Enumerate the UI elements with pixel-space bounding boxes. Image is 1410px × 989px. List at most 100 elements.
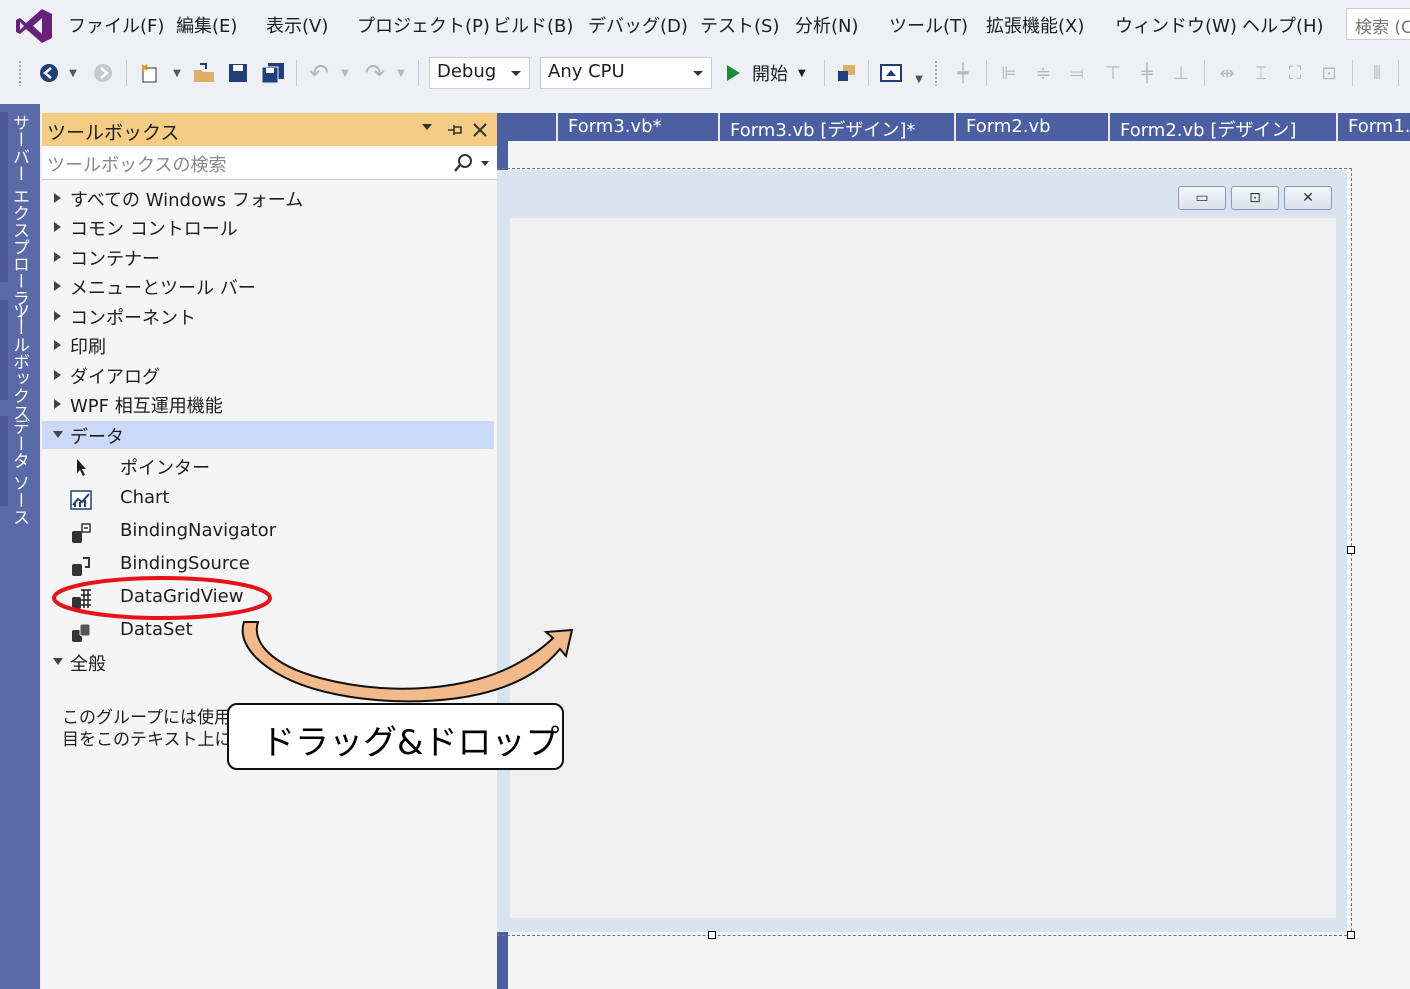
- category-label: コンテナー: [70, 249, 160, 270]
- collapse-icon: [53, 658, 63, 665]
- toolbar-grip[interactable]: [934, 60, 938, 86]
- pin-icon[interactable]: [446, 122, 464, 138]
- category-all-windows-forms[interactable]: すべての Windows フォーム: [42, 184, 494, 212]
- toolbox-search-input[interactable]: ツールボックスの検索: [42, 146, 497, 180]
- tab-label: Form3.vb*: [568, 116, 662, 137]
- visual-studio-logo-icon[interactable]: [14, 6, 54, 46]
- tab-form3-vb[interactable]: Form3.vb*: [558, 113, 718, 141]
- back-icon[interactable]: [38, 60, 60, 86]
- menu-file[interactable]: ファイル(F): [68, 12, 164, 38]
- browser-link-icon[interactable]: [878, 60, 904, 86]
- horizontal-spacing-icon[interactable]: ⦀: [1364, 60, 1390, 86]
- menu-window[interactable]: ウィンドウ(W): [1115, 12, 1237, 38]
- category-dialogs[interactable]: ダイアログ: [42, 361, 494, 389]
- tool-datagridview[interactable]: DataGridView: [42, 582, 494, 614]
- platform-select[interactable]: Any CPU: [540, 57, 712, 89]
- tool-pointer[interactable]: ポインター: [42, 450, 494, 482]
- toolbar-grip[interactable]: [18, 60, 22, 86]
- menu-edit[interactable]: 編集(E): [176, 12, 237, 38]
- open-folder-icon[interactable]: [191, 60, 217, 86]
- menu-build[interactable]: ビルド(B): [493, 12, 573, 38]
- document-tabs: Form3.vb* Form3.vb [デザイン]* Form2.vb Form…: [497, 113, 1410, 141]
- make-same-size-icon[interactable]: ⛶: [1282, 60, 1308, 86]
- callout-text: ドラッグ&ドロップ: [261, 723, 560, 763]
- expand-icon: [54, 311, 61, 321]
- toolbox-tab[interactable]: ツールボックス: [8, 302, 32, 421]
- tool-binding-navigator[interactable]: BindingNavigator: [42, 516, 494, 548]
- category-general[interactable]: 全般: [42, 648, 494, 676]
- size-to-grid-icon[interactable]: ⊡: [1316, 60, 1342, 86]
- new-project-icon[interactable]: [138, 60, 162, 86]
- menu-extensions[interactable]: 拡張機能(X): [986, 12, 1084, 38]
- chevron-down-icon[interactable]: [422, 124, 432, 130]
- redo-icon[interactable]: ↷: [362, 59, 388, 87]
- align-center-icon[interactable]: ≑: [1030, 60, 1056, 86]
- undo-icon[interactable]: ↶: [306, 59, 332, 87]
- menu-test[interactable]: テスト(S): [700, 12, 779, 38]
- align-left-icon[interactable]: ⊫: [996, 60, 1022, 86]
- tab-form2-vb[interactable]: Form2.vb: [956, 113, 1108, 141]
- maximize-icon: ⊡: [1249, 190, 1261, 206]
- category-wpf-interop[interactable]: WPF 相互運用機能: [42, 390, 494, 418]
- tab-form1-vb[interactable]: Form1.v: [1338, 113, 1410, 141]
- tab-form3-vb-design[interactable]: Form3.vb [デザイン]*: [720, 113, 954, 141]
- back-dropdown-icon[interactable]: ▼: [66, 60, 80, 86]
- category-printing[interactable]: 印刷: [42, 331, 494, 359]
- toolbar-separator: [126, 60, 127, 86]
- category-common-controls[interactable]: コモン コントロール: [42, 213, 494, 241]
- tab-form2-vb-design[interactable]: Form2.vb [デザイン]: [1110, 113, 1336, 141]
- make-same-width-icon[interactable]: ⇹: [1214, 60, 1240, 86]
- undo-dropdown-icon[interactable]: ▼: [338, 60, 352, 86]
- tool-label: ポインター: [120, 458, 210, 479]
- search-input[interactable]: 検索 (C: [1346, 8, 1410, 40]
- form-client-area[interactable]: [510, 218, 1336, 918]
- configuration-value: Debug: [437, 61, 497, 82]
- chevron-down-icon[interactable]: [481, 161, 489, 166]
- toolbar: ▼ ▼ ↶ ▼ ↷ ▼ Debug Any CPU 開始 ▼ ▼ ┿ ⊫ ≑ ⫤…: [0, 50, 1410, 96]
- make-same-height-icon[interactable]: ⌶: [1248, 60, 1274, 86]
- new-dropdown-icon[interactable]: ▼: [170, 60, 184, 86]
- align-right-icon[interactable]: ⫤: [1064, 60, 1090, 86]
- menu-tools[interactable]: ツール(T): [889, 12, 968, 38]
- menu-help[interactable]: ヘルプ(H): [1242, 12, 1324, 38]
- tool-chart[interactable]: Chart: [42, 483, 494, 515]
- menu-project[interactable]: プロジェクト(P): [357, 12, 490, 38]
- forward-icon[interactable]: [92, 60, 114, 86]
- attach-icon[interactable]: [834, 60, 858, 86]
- start-button[interactable]: 開始 ▼: [724, 60, 814, 86]
- resize-handle-corner[interactable]: [1347, 931, 1355, 939]
- configuration-select[interactable]: Debug: [429, 57, 530, 89]
- save-all-icon[interactable]: [259, 60, 287, 86]
- save-icon[interactable]: [226, 60, 250, 86]
- tool-dataset[interactable]: DataSet: [42, 615, 494, 647]
- menu-debug[interactable]: デバッグ(D): [588, 12, 688, 38]
- expand-icon: [54, 399, 61, 409]
- tool-binding-source[interactable]: BindingSource: [42, 549, 494, 581]
- toolbox-title: ツールボックス: [47, 122, 180, 144]
- maximize-button[interactable]: ⊡: [1231, 186, 1279, 210]
- resize-handle-right[interactable]: [1347, 546, 1355, 554]
- category-containers[interactable]: コンテナー: [42, 243, 494, 271]
- align-bottom-icon[interactable]: ⊥: [1168, 60, 1194, 86]
- category-components[interactable]: コンポーネント: [42, 302, 494, 330]
- minimize-button[interactable]: ▭: [1178, 186, 1226, 210]
- menu-view[interactable]: 表示(V): [266, 12, 328, 38]
- close-button[interactable]: ✕: [1284, 186, 1332, 210]
- close-icon[interactable]: [472, 122, 488, 138]
- category-menus-toolbars[interactable]: メニューとツール バー: [42, 272, 494, 300]
- search-icon[interactable]: [453, 153, 475, 173]
- resize-handle-bottom[interactable]: [708, 931, 716, 939]
- tab-label: Form3.vb [デザイン]*: [730, 120, 916, 141]
- menu-analyze[interactable]: 分析(N): [795, 12, 859, 38]
- chevron-down-icon[interactable]: ▼: [912, 66, 926, 92]
- align-top-icon[interactable]: ⊤: [1100, 60, 1126, 86]
- category-data[interactable]: データ: [42, 421, 494, 449]
- redo-dropdown-icon[interactable]: ▼: [394, 60, 408, 86]
- chevron-down-icon: [693, 71, 703, 76]
- align-to-grid-icon[interactable]: ┿: [950, 60, 976, 86]
- data-sources-tab[interactable]: データ ソース: [8, 418, 32, 525]
- align-middle-icon[interactable]: ╪: [1134, 60, 1160, 86]
- toolbar-separator: [1352, 60, 1353, 86]
- tool-label: BindingSource: [120, 553, 250, 574]
- server-explorer-tab[interactable]: サーバー エクスプローラー: [8, 114, 32, 323]
